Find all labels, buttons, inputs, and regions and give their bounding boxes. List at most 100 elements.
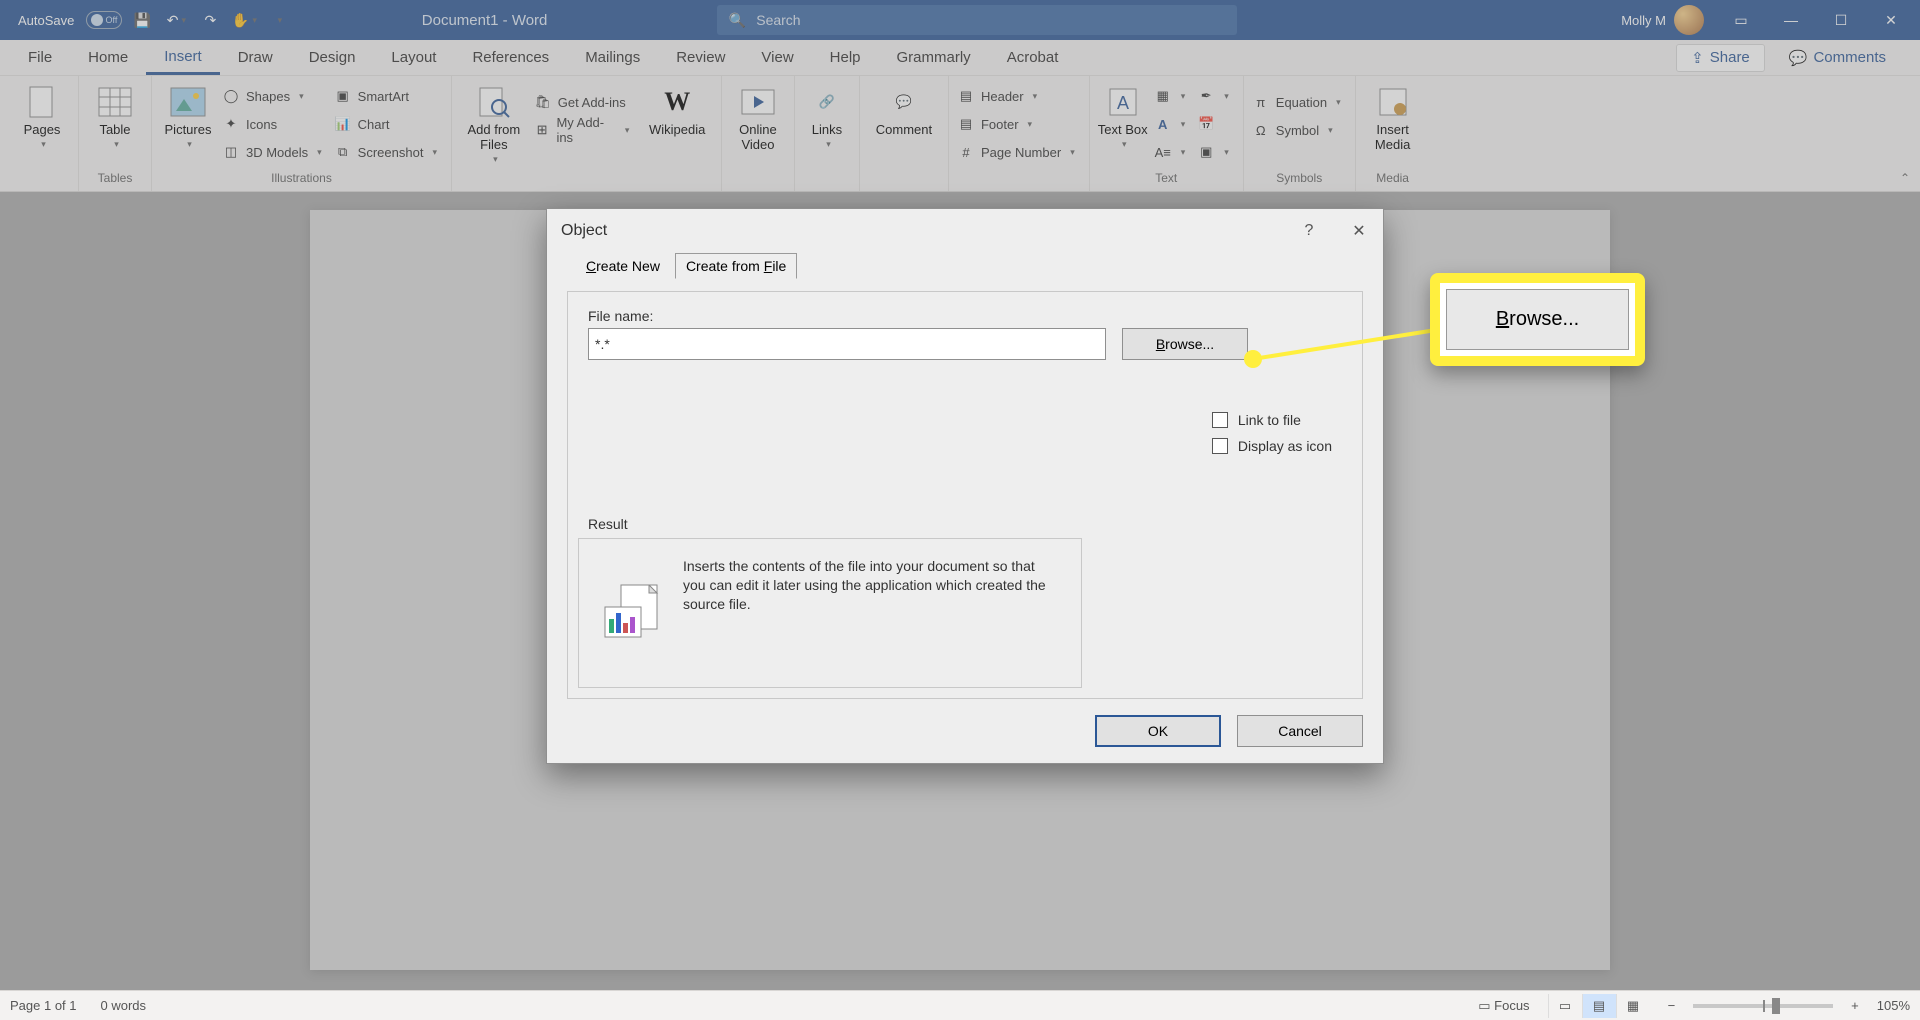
dialog-body: Create New Create from File File name: B… (547, 253, 1383, 763)
tab-acrobat[interactable]: Acrobat (989, 40, 1077, 75)
search-icon: 🔍 (729, 12, 746, 29)
minimize-icon[interactable]: — (1768, 0, 1814, 40)
object-button[interactable]: ▣▾ (1197, 140, 1235, 164)
tab-draw[interactable]: Draw (220, 40, 291, 75)
add-from-files-button[interactable]: Add from Files▾ (460, 80, 528, 165)
screenshot-button[interactable]: ⧉Screenshot▾ (334, 140, 443, 164)
shapes-button[interactable]: ◯Shapes▾ (222, 84, 328, 108)
smartart-button[interactable]: ▣SmartArt (334, 84, 443, 108)
tab-create-new[interactable]: Create New (575, 253, 671, 279)
table-icon (97, 84, 133, 120)
table-button[interactable]: Table▾ (87, 80, 143, 150)
chart-button[interactable]: 📊Chart (334, 112, 443, 136)
signature-button[interactable]: ✒▾ (1197, 84, 1235, 108)
browse-button[interactable]: Browse... (1122, 328, 1248, 360)
pages-button[interactable]: Pages▾ (14, 80, 70, 150)
header-button[interactable]: ▤Header▾ (957, 84, 1081, 108)
my-addins-button[interactable]: ⊞My Add-ins▾ (534, 118, 636, 142)
store-icon: 🛍 (534, 93, 552, 111)
collapse-ribbon-icon[interactable]: ⌃ (1900, 171, 1910, 185)
object-icon: ▣ (1197, 143, 1215, 161)
autosave-toggle[interactable]: Off (86, 11, 122, 29)
cube-icon: ◫ (222, 143, 240, 161)
share-icon: ⇪ (1691, 49, 1704, 67)
callout-browse-inner: Browse... (1446, 289, 1629, 350)
wordart-button[interactable]: A▾ (1154, 112, 1192, 136)
group-header-footer: ▤Header▾ ▤Footer▾ #Page Number▾ (949, 76, 1090, 191)
tab-file[interactable]: File (10, 40, 70, 75)
redo-icon[interactable]: ↷ (196, 6, 224, 34)
touch-mode-icon[interactable]: ✋▾ (230, 6, 258, 34)
datetime-button[interactable]: 📅 (1197, 112, 1235, 136)
comment-button[interactable]: 💬 Comment (868, 80, 940, 137)
status-page[interactable]: Page 1 of 1 (10, 998, 77, 1013)
wikipedia-button[interactable]: W Wikipedia (641, 80, 713, 137)
footer-button[interactable]: ▤Footer▾ (957, 112, 1081, 136)
title-right: Molly M ▭ — ☐ ✕ (1621, 0, 1920, 40)
search-box[interactable]: 🔍 Search (717, 5, 1237, 35)
tab-mailings[interactable]: Mailings (567, 40, 658, 75)
print-layout-button[interactable]: ▤ (1582, 994, 1616, 1018)
status-words[interactable]: 0 words (101, 998, 147, 1013)
online-video-button[interactable]: Online Video (730, 80, 786, 152)
tab-design[interactable]: Design (291, 40, 374, 75)
link-to-file-checkbox[interactable]: Link to file (1212, 412, 1332, 428)
ribbon: Pages▾ Table▾ Tables Pictures▾ ◯Shapes▾ … (0, 76, 1920, 192)
tab-references[interactable]: References (454, 40, 567, 75)
focus-mode-button[interactable]: ▭ Focus (1478, 998, 1529, 1014)
quick-parts-button[interactable]: ▦▾ (1154, 84, 1192, 108)
tab-layout[interactable]: Layout (373, 40, 454, 75)
zoom-slider[interactable] (1693, 1004, 1833, 1008)
signature-icon: ✒ (1197, 87, 1215, 105)
share-button[interactable]: ⇪Share (1676, 44, 1765, 72)
tab-create-from-file[interactable]: Create from File (675, 253, 797, 279)
get-addins-button[interactable]: 🛍Get Add-ins (534, 90, 636, 114)
chart-icon: 📊 (334, 115, 352, 133)
tab-home[interactable]: Home (70, 40, 146, 75)
save-icon[interactable]: 💾 (128, 6, 156, 34)
zoom-level[interactable]: 105% (1877, 998, 1910, 1013)
close-icon[interactable]: ✕ (1868, 0, 1914, 40)
avatar[interactable] (1674, 5, 1704, 35)
qat-customize-icon[interactable]: ▾ (264, 6, 292, 34)
link-icon: 🔗 (809, 84, 845, 120)
tab-view[interactable]: View (743, 40, 811, 75)
tab-insert[interactable]: Insert (146, 40, 220, 75)
zoom-out-button[interactable]: − (1668, 998, 1676, 1013)
maximize-icon[interactable]: ☐ (1818, 0, 1864, 40)
ok-button[interactable]: OK (1095, 715, 1221, 747)
comments-button[interactable]: 💬Comments (1775, 40, 1900, 75)
undo-icon[interactable]: ↶▾ (162, 6, 190, 34)
equation-button[interactable]: πEquation▾ (1252, 90, 1347, 114)
parts-icon: ▦ (1154, 87, 1172, 105)
page-number-button[interactable]: #Page Number▾ (957, 140, 1081, 164)
icons-button[interactable]: ✦Icons (222, 112, 328, 136)
read-mode-button[interactable]: ▭ (1548, 994, 1582, 1018)
dialog-help-button[interactable]: ? (1285, 209, 1333, 253)
web-layout-button[interactable]: ▦ (1616, 994, 1650, 1018)
dialog-footer: OK Cancel (567, 699, 1363, 747)
comment-icon: 💬 (1789, 49, 1808, 67)
text-box-button[interactable]: A Text Box▾ (1098, 80, 1148, 150)
symbol-button[interactable]: ΩSymbol▾ (1252, 118, 1347, 142)
links-button[interactable]: 🔗 Links▾ (803, 80, 851, 150)
dialog-close-button[interactable]: ✕ (1335, 209, 1383, 253)
ribbon-display-icon[interactable]: ▭ (1718, 0, 1764, 40)
group-comments: 💬 Comment (860, 76, 949, 191)
pictures-button[interactable]: Pictures▾ (160, 80, 216, 150)
file-name-input[interactable] (588, 328, 1106, 360)
zoom-in-button[interactable]: + (1851, 998, 1859, 1013)
group-text: A Text Box▾ ▦▾ A▾ A≡▾ ✒▾ 📅 ▣▾ Text (1090, 76, 1244, 191)
cancel-button[interactable]: Cancel (1237, 715, 1363, 747)
dropcap-icon: A≡ (1154, 143, 1172, 161)
dropcap-button[interactable]: A≡▾ (1154, 140, 1192, 164)
tab-help[interactable]: Help (812, 40, 879, 75)
page-number-icon: # (957, 143, 975, 161)
tab-review[interactable]: Review (658, 40, 743, 75)
tab-grammarly[interactable]: Grammarly (879, 40, 989, 75)
display-as-icon-checkbox[interactable]: Display as icon (1212, 438, 1332, 454)
3d-models-button[interactable]: ◫3D Models▾ (222, 140, 328, 164)
insert-media-button[interactable]: Insert Media (1364, 80, 1422, 152)
svg-text:A: A (1117, 93, 1129, 113)
object-dialog: Object ? ✕ Create New Create from File F… (546, 208, 1384, 764)
